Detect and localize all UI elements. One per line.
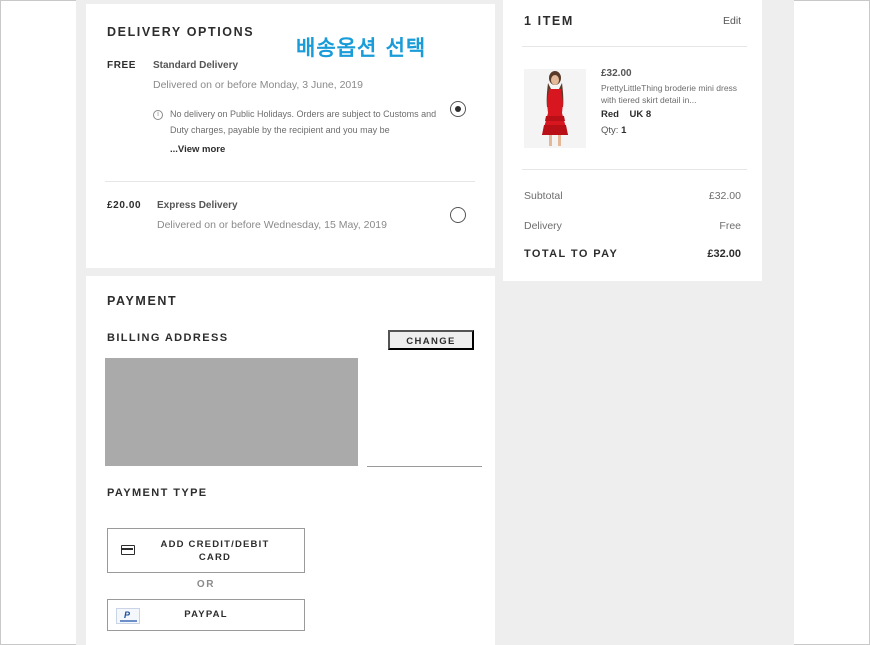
delivery-label: Delivery — [524, 220, 562, 232]
subtotal-label: Subtotal — [524, 190, 563, 202]
product-color-size: Red UK 8 — [601, 109, 651, 120]
express-name: Express Delivery — [157, 200, 238, 211]
payment-type-heading: PAYMENT TYPE — [107, 487, 208, 499]
product-color: Red — [601, 109, 619, 120]
qty-value: 1 — [621, 125, 627, 136]
payment-heading: PAYMENT — [107, 294, 178, 308]
product-quantity: Qty: 1 — [601, 125, 626, 136]
summary-divider-top — [522, 46, 747, 47]
radio-selected-icon[interactable] — [450, 101, 466, 117]
billing-address-heading: BILLING ADDRESS — [107, 332, 229, 344]
billing-address-redacted — [105, 358, 358, 466]
credit-card-icon — [121, 545, 135, 555]
product-description[interactable]: PrettyLittleThing broderie mini dress wi… — [601, 82, 741, 106]
paypal-icon: P — [116, 608, 140, 624]
payment-card: PAYMENT BILLING ADDRESS CHANGE PAYMENT T… — [86, 276, 495, 645]
order-summary-card: 1 ITEM Edit £32.00 PrettyLittleThing bro… — [503, 0, 762, 281]
total-label: TOTAL TO PAY — [524, 248, 619, 260]
delivery-value: Free — [719, 220, 741, 232]
standard-name: Standard Delivery — [153, 60, 239, 71]
subtotal-value: £32.00 — [708, 190, 741, 202]
standard-price: FREE — [107, 60, 137, 71]
standard-date: Delivered on or before Monday, 3 June, 2… — [153, 79, 363, 91]
total-value: £32.00 — [707, 248, 741, 260]
qty-label: Qty: — [601, 125, 619, 136]
paypal-button[interactable]: P PAYPAL — [107, 599, 305, 631]
view-more-link[interactable]: ...View more — [170, 144, 225, 155]
address-underline — [367, 466, 482, 467]
or-separator: OR — [196, 579, 216, 590]
summary-divider-bottom — [522, 169, 747, 170]
standard-note: No delivery on Public Holidays. Orders a… — [170, 109, 437, 135]
delivery-options-card: DELIVERY OPTIONS 배송옵션 선택 FREE Standard D… — [86, 4, 495, 268]
express-date: Delivered on or before Wednesday, 15 May… — [157, 219, 387, 231]
radio-empty-icon[interactable] — [450, 207, 466, 223]
paypal-label: PAYPAL — [184, 609, 228, 620]
product-size: UK 8 — [629, 109, 652, 120]
product-image[interactable] — [524, 69, 586, 148]
add-card-label: ADD CREDIT/DEBIT CARD — [160, 539, 270, 563]
add-card-button[interactable]: ADD CREDIT/DEBIT CARD — [107, 528, 305, 573]
item-count-heading: 1 ITEM — [524, 14, 574, 28]
edit-link[interactable]: Edit — [723, 15, 741, 27]
change-address-button[interactable]: CHANGE — [388, 330, 474, 350]
express-price: £20.00 — [107, 200, 142, 211]
delivery-options-heading: DELIVERY OPTIONS — [107, 25, 255, 39]
product-price: £32.00 — [601, 68, 632, 79]
delivery-divider — [105, 181, 475, 182]
korean-annotation: 배송옵션 선택 — [296, 36, 427, 60]
info-icon: i — [153, 110, 163, 120]
